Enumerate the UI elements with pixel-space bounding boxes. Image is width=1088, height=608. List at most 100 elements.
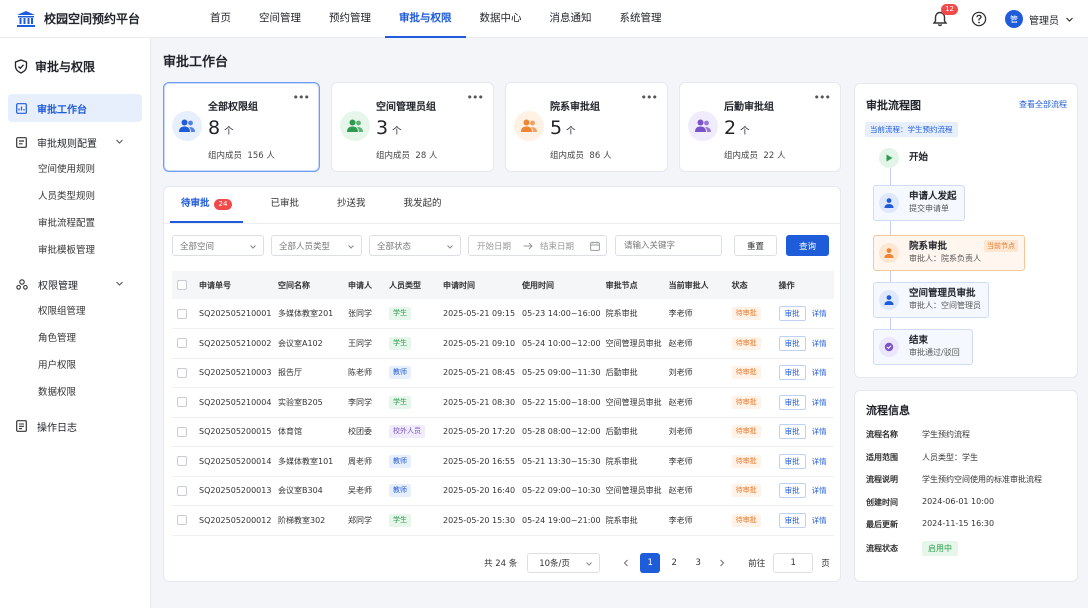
page-button-2[interactable]: 2	[664, 553, 684, 573]
column-header[interactable]: 人员类型	[384, 271, 438, 299]
table-row[interactable]: SQ202505200012 阶梯教室302 郑同学 学生 2025-05-20 15:…	[172, 506, 834, 536]
approve-button[interactable]: 审批	[778, 453, 806, 469]
sidebar-item-person-rules[interactable]: 人员类型规则	[0, 183, 150, 210]
nav-booking-management[interactable]: 预约管理	[315, 0, 385, 38]
column-header[interactable]: 状态	[727, 271, 774, 299]
column-header[interactable]: 申请时间	[438, 271, 517, 299]
detail-link[interactable]: 详情	[812, 368, 827, 377]
column-header[interactable]: 申请人	[343, 271, 384, 299]
sidebar-group-rules[interactable]: 审批规则配置	[8, 128, 142, 156]
sidebar-item-space-rules[interactable]: 空间使用规则	[0, 156, 150, 183]
detail-link[interactable]: 详情	[812, 516, 827, 525]
more-icon[interactable]: •••	[467, 91, 484, 104]
tab-pending[interactable]: 待审批 24	[170, 187, 244, 223]
approve-button[interactable]: 审批	[778, 512, 806, 528]
nav-home[interactable]: 首页	[196, 0, 245, 38]
group-card-space-admin[interactable]: 空间管理员组 3个 组内成员 28 人 •••	[331, 82, 494, 172]
space-select[interactable]: 全部空间	[172, 235, 264, 256]
detail-link[interactable]: 详情	[812, 486, 827, 495]
row-checkbox[interactable]	[172, 299, 194, 329]
sidebar-item-workbench[interactable]: 审批工作台	[8, 94, 142, 122]
group-card-department[interactable]: 院系审批组 5个 组内成员 86 人 •••	[505, 82, 668, 172]
approve-button[interactable]: 审批	[778, 424, 806, 440]
more-icon[interactable]: •••	[293, 91, 310, 104]
reset-button[interactable]: 重置	[734, 235, 778, 256]
approve-button[interactable]: 审批	[778, 365, 806, 381]
table-row[interactable]: SQ202505210004 实验室B205 李同学 学生 2025-05-21 08:…	[172, 388, 834, 418]
detail-link[interactable]: 详情	[812, 339, 827, 348]
more-icon[interactable]: •••	[814, 91, 831, 104]
nav-approval-permissions[interactable]: 审批与权限	[385, 0, 466, 38]
page-size-select[interactable]: 10条/页	[527, 553, 601, 573]
column-header[interactable]: 申请单号	[194, 271, 273, 299]
brand[interactable]: 校园空间预约平台	[16, 10, 196, 28]
column-header[interactable]: 当前审批人	[664, 271, 727, 299]
nav-system-management[interactable]: 系统管理	[606, 0, 676, 38]
end-date-input[interactable]: 结束日期	[540, 240, 574, 252]
chevron-down-icon[interactable]	[1065, 15, 1074, 24]
column-header[interactable]: 使用时间	[517, 271, 601, 299]
start-date-input[interactable]: 开始日期	[477, 240, 511, 252]
avatar[interactable]: 管	[1005, 10, 1023, 28]
select-all-checkbox[interactable]	[172, 271, 194, 299]
nav-notifications[interactable]: 消息通知	[536, 0, 606, 38]
sidebar-item-group-management[interactable]: 权限组管理	[0, 298, 150, 325]
column-header[interactable]: 操作	[774, 271, 834, 299]
sidebar-item-template-management[interactable]: 审批模板管理	[0, 237, 150, 264]
sidebar-item-user-permissions[interactable]: 用户权限	[0, 352, 150, 379]
table-row[interactable]: SQ202505210003 报告厅 陈老师 教师 2025-05-21 08:45 05…	[172, 358, 834, 388]
tab-initiated[interactable]: 我发起的	[392, 187, 452, 223]
approve-button[interactable]: 审批	[778, 306, 806, 321]
row-checkbox[interactable]	[172, 476, 194, 506]
tab-approved[interactable]: 已审批	[259, 187, 310, 223]
tab-cc-me[interactable]: 抄送我	[326, 187, 377, 223]
table-row[interactable]: SQ202505210001 多媒体教室201 张同学 学生 2025-05-21 09…	[172, 299, 834, 329]
flow-node-department[interactable]: 院系审批 审批人：院系负责人 当前节点	[873, 235, 1025, 271]
column-header[interactable]: 审批节点	[601, 271, 664, 299]
user-name[interactable]: 管理员	[1029, 12, 1059, 27]
table-row[interactable]: SQ202505200014 多媒体教室101 周老师 教师 2025-05-20 16…	[172, 447, 834, 477]
row-checkbox[interactable]	[172, 358, 194, 388]
group-card-all[interactable]: 全部权限组 8个 组内成员 156 人 •••	[163, 82, 320, 172]
nav-space-management[interactable]: 空间管理	[245, 0, 315, 38]
detail-link[interactable]: 详情	[812, 398, 827, 407]
help-icon[interactable]	[971, 11, 987, 27]
sidebar-group-permissions[interactable]: 权限管理	[8, 270, 142, 298]
row-checkbox[interactable]	[172, 388, 194, 418]
person-type-select[interactable]: 全部人员类型	[271, 235, 362, 256]
column-header[interactable]: 空间名称	[273, 271, 343, 299]
row-checkbox[interactable]	[172, 447, 194, 477]
page-button-3[interactable]: 3	[688, 553, 708, 573]
row-checkbox[interactable]	[172, 506, 194, 536]
approve-button[interactable]: 审批	[778, 483, 806, 499]
view-all-flows-link[interactable]: 查看全部流程	[1019, 99, 1067, 110]
flow-node-end[interactable]: 结束 审批通过/驳回	[873, 329, 973, 365]
row-checkbox[interactable]	[172, 417, 194, 447]
date-range-picker[interactable]: 开始日期 结束日期	[468, 235, 607, 256]
flow-node-applicant[interactable]: 申请人发起 提交申请单	[873, 185, 965, 221]
keyword-input[interactable]	[615, 235, 722, 256]
notification-bell[interactable]: 12	[931, 4, 958, 28]
table-row[interactable]: SQ202505210002 会议室A102 王同学 学生 2025-05-21 09:…	[172, 329, 834, 359]
flow-node-space-admin[interactable]: 空间管理员审批 审批人：空间管理员	[873, 282, 989, 318]
group-card-logistics[interactable]: 后勤审批组 2个 组内成员 22 人 •••	[679, 82, 841, 172]
approve-button[interactable]: 审批	[778, 335, 806, 351]
table-row[interactable]: SQ202505200013 会议室B304 吴老师 教师 2025-05-20 16:…	[172, 476, 834, 506]
goto-page-input[interactable]: 1	[773, 553, 814, 573]
sidebar-item-operation-log[interactable]: 操作日志	[8, 412, 142, 440]
detail-link[interactable]: 详情	[812, 457, 827, 466]
table-row[interactable]: SQ202505200015 体育馆 校团委 校外人员 2025-05-20 17:20…	[172, 417, 834, 447]
row-checkbox[interactable]	[172, 329, 194, 359]
flow-node-start[interactable]: 开始	[879, 148, 928, 168]
approve-button[interactable]: 审批	[778, 394, 806, 410]
search-button[interactable]: 查询	[786, 235, 830, 256]
sidebar-item-data-permissions[interactable]: 数据权限	[0, 379, 150, 406]
more-icon[interactable]: •••	[641, 91, 658, 104]
prev-page-button[interactable]	[616, 553, 636, 573]
next-page-button[interactable]	[712, 553, 732, 573]
status-select[interactable]: 全部状态	[369, 235, 461, 256]
detail-link[interactable]: 详情	[812, 309, 827, 318]
nav-data-center[interactable]: 数据中心	[466, 0, 536, 38]
sidebar-item-flow-config[interactable]: 审批流程配置	[0, 210, 150, 237]
page-button-1[interactable]: 1	[640, 553, 661, 573]
